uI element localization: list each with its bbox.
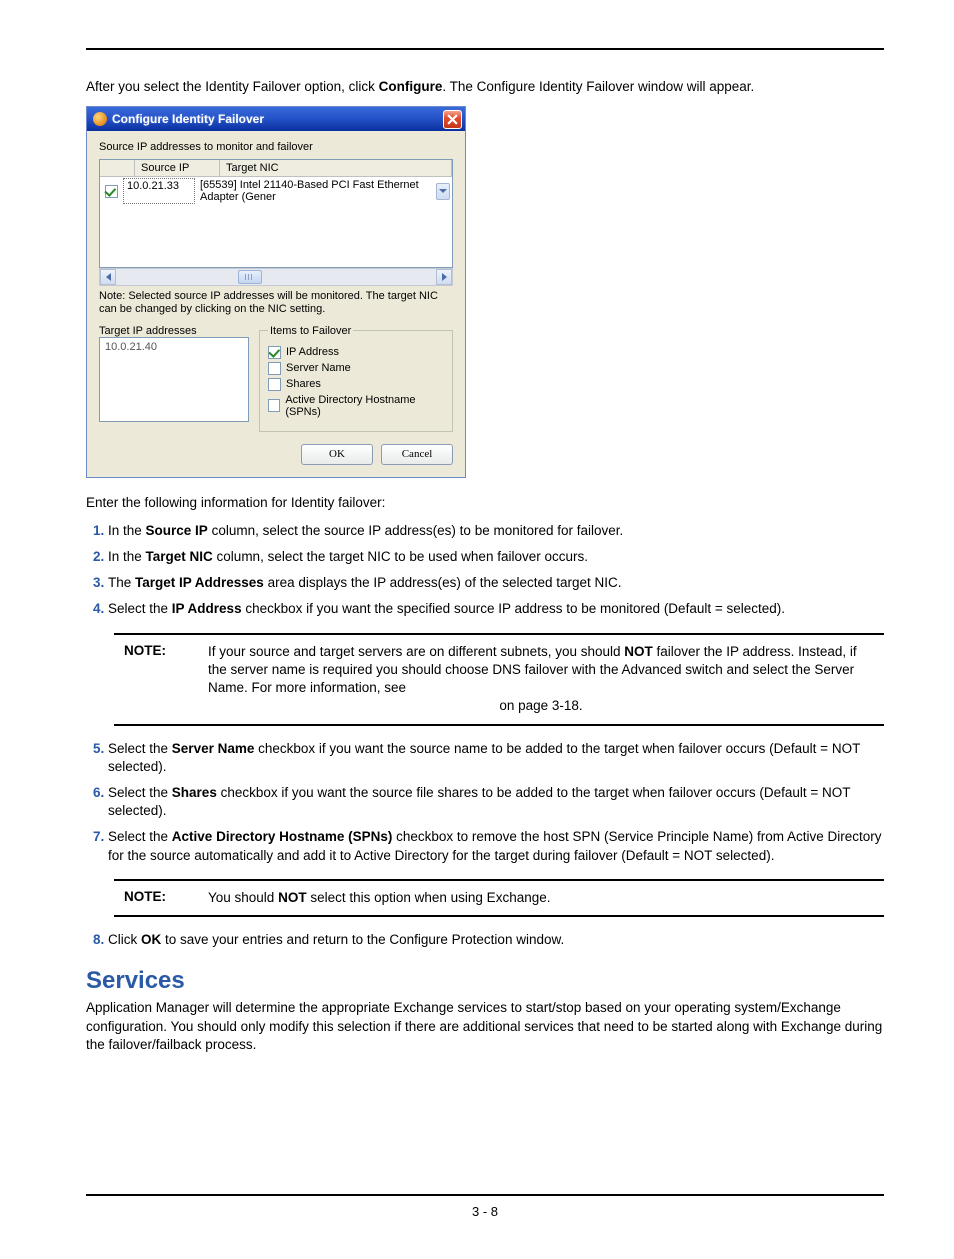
services-paragraph: Application Manager will determine the a… (86, 999, 884, 1054)
grid-note: Note: Selected source IP addresses will … (99, 290, 453, 316)
source-ip-grid: Source IP Target NIC 10.0.21.33 [65539] … (99, 159, 453, 268)
intro-text-b: . The Configure Identity Failover window… (442, 79, 754, 94)
step-7: Select the Active Directory Hostname (SP… (108, 828, 884, 864)
ad-hostname-label: Active Directory Hostname (SPNs) (285, 394, 444, 418)
dialog-titlebar: Configure Identity Failover (87, 107, 465, 131)
items-to-failover-group: Items to Failover IP Address Server Name… (259, 325, 453, 432)
grid-check-col (100, 160, 135, 177)
step-3: The Target IP Addresses area displays th… (108, 574, 884, 592)
intro-bold: Configure (379, 79, 443, 94)
source-monitor-label: Source IP addresses to monitor and failo… (99, 141, 453, 153)
note-block-2: NOTE: You should NOT select this option … (114, 879, 884, 917)
grid-source-ip-header: Source IP (135, 160, 220, 177)
close-button[interactable] (443, 110, 462, 129)
step-1: In the Source IP column, select the sour… (108, 522, 884, 540)
nic-dropdown-button[interactable] (436, 183, 450, 200)
configure-identity-failover-dialog: Configure Identity Failover Source IP ad… (86, 106, 466, 477)
grid-row[interactable]: 10.0.21.33 [65539] Intel 21140-Based PCI… (100, 177, 452, 205)
ip-address-checkbox[interactable] (268, 346, 281, 359)
step-5: Select the Server Name checkbox if you w… (108, 740, 884, 776)
enter-info-text: Enter the following information for Iden… (86, 494, 884, 512)
page-footer: 3 - 8 (86, 1194, 884, 1219)
shares-label: Shares (286, 378, 321, 390)
note-block-1: NOTE: If your source and target servers … (114, 633, 884, 726)
target-ip-label: Target IP addresses (99, 325, 249, 337)
ok-button[interactable]: OK (301, 444, 373, 465)
intro-text-a: After you select the Identity Failover o… (86, 79, 379, 94)
dialog-title-icon (93, 112, 107, 126)
step-2: In the Target NIC column, select the tar… (108, 548, 884, 566)
target-ip-value: 10.0.21.40 (105, 341, 157, 353)
row-source-ip: 10.0.21.33 (123, 178, 195, 204)
intro-paragraph: After you select the Identity Failover o… (86, 78, 884, 96)
ad-hostname-checkbox[interactable] (268, 399, 280, 412)
row-target-nic: [65539] Intel 21140-Based PCI Fast Ether… (200, 179, 436, 203)
server-name-checkbox[interactable] (268, 362, 281, 375)
note2-label: NOTE: (124, 889, 208, 907)
scroll-thumb[interactable] (238, 270, 262, 284)
page-number: 3 - 8 (472, 1204, 498, 1219)
step-4: Select the IP Address checkbox if you wa… (108, 600, 884, 618)
services-heading: Services (86, 967, 884, 995)
scroll-left-button[interactable] (100, 269, 116, 285)
grid-target-nic-header: Target NIC (220, 160, 452, 177)
note1-label: NOTE: (124, 643, 208, 716)
close-icon (447, 114, 458, 125)
step-8: Click OK to save your entries and return… (108, 931, 884, 949)
row-checkbox[interactable] (105, 185, 118, 198)
target-ip-list: 10.0.21.40 (99, 337, 249, 422)
grid-scrollbar[interactable] (99, 268, 453, 286)
items-legend: Items to Failover (268, 325, 353, 337)
step-6: Select the Shares checkbox if you want t… (108, 784, 884, 820)
server-name-label: Server Name (286, 362, 351, 374)
dialog-title: Configure Identity Failover (112, 112, 264, 126)
ip-address-label: IP Address (286, 346, 339, 358)
top-rule (86, 48, 884, 50)
shares-checkbox[interactable] (268, 378, 281, 391)
cancel-button[interactable]: Cancel (381, 444, 453, 465)
scroll-right-button[interactable] (436, 269, 452, 285)
